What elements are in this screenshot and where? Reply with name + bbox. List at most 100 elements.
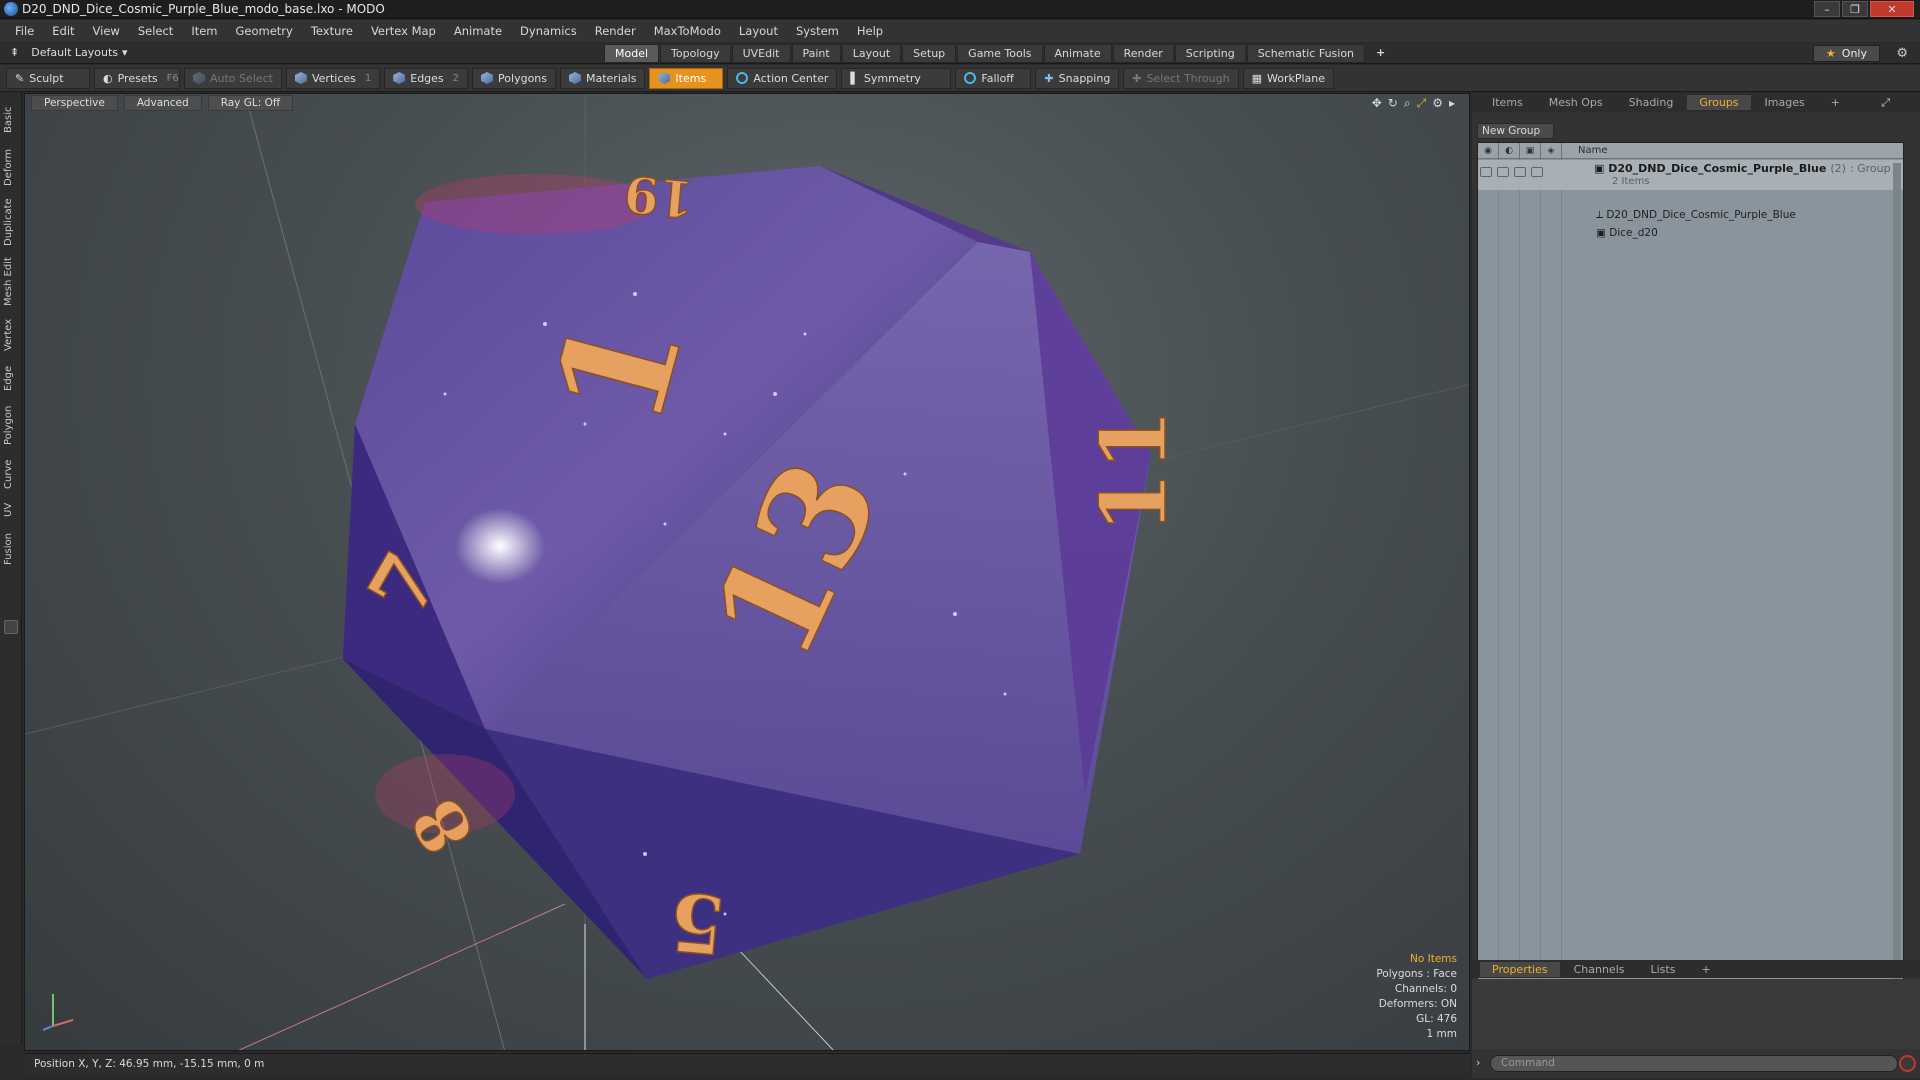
menu-dynamics[interactable]: Dynamics <box>511 24 586 38</box>
eye-icon[interactable] <box>1480 167 1492 177</box>
pan-icon[interactable]: ✥ <box>1372 96 1382 111</box>
tab-mesh-edit[interactable]: Mesh Edit <box>3 257 19 307</box>
menu-edit[interactable]: Edit <box>43 24 83 38</box>
close-button[interactable]: ✕ <box>1870 1 1914 17</box>
gear-icon[interactable]: ⚙ <box>1896 46 1908 61</box>
tab-groups[interactable]: Groups <box>1687 95 1751 110</box>
tab-lists[interactable]: Lists <box>1639 962 1688 977</box>
tab-items[interactable]: Items <box>1480 95 1535 110</box>
tab-polygon[interactable]: Polygon <box>3 403 19 447</box>
select-column-icon[interactable]: ◈ <box>1541 142 1562 159</box>
tab-uv[interactable]: UV <box>3 499 19 521</box>
tab-channels[interactable]: Channels <box>1562 962 1637 977</box>
menu-layout[interactable]: Layout <box>730 24 787 38</box>
3d-viewport[interactable]: 19 1 13 11 7 5 8 Perspective Advanced Ra… <box>24 93 1470 1051</box>
shading-dropdown[interactable]: Advanced <box>123 95 202 111</box>
tab-model[interactable]: Model <box>604 44 660 63</box>
tab-mesh-ops[interactable]: Mesh Ops <box>1537 95 1615 110</box>
menu-system[interactable]: System <box>787 24 848 38</box>
menu-vertex-map[interactable]: Vertex Map <box>362 24 445 38</box>
maximize-viewport-icon[interactable]: ⤢ <box>1417 96 1427 111</box>
expand-panel-icon[interactable]: ⤢ <box>1869 95 1902 111</box>
tab-deform[interactable]: Deform <box>3 147 19 187</box>
snapping-button[interactable]: ✚ Snapping <box>1035 67 1120 89</box>
select-through-button[interactable]: ✚ Select Through <box>1123 67 1239 89</box>
stat-scale: 1 mm <box>1426 1028 1457 1040</box>
list-item[interactable]: ⟂ D20_DND_Dice_Cosmic_Purple_Blue <box>1596 209 1796 222</box>
menu-item[interactable]: Item <box>182 24 226 38</box>
tab-vertex[interactable]: Vertex <box>3 317 19 353</box>
workplane-button[interactable]: ▦ WorkPlane <box>1242 67 1335 89</box>
tab-setup[interactable]: Setup <box>902 44 957 63</box>
layout-preset-label: Default Layouts <box>31 46 119 59</box>
specular-highlight <box>455 508 545 584</box>
tab-fusion[interactable]: Fusion <box>3 529 19 569</box>
items-button[interactable]: Items <box>649 67 724 89</box>
tab-render[interactable]: Render <box>1112 44 1174 63</box>
tab-shading[interactable]: Shading <box>1617 95 1686 110</box>
add-properties-tab-button[interactable]: + <box>1689 962 1722 977</box>
zoom-icon[interactable]: ⌕ <box>1404 96 1411 111</box>
tab-paint[interactable]: Paint <box>791 44 841 63</box>
sculpt-button[interactable]: ✎ Sculpt <box>6 67 90 89</box>
minimize-button[interactable]: – <box>1814 1 1840 17</box>
tab-game-tools[interactable]: Game Tools <box>957 44 1043 63</box>
menu-file[interactable]: File <box>6 24 43 38</box>
polygons-icon <box>481 72 494 84</box>
render-toggle-icon[interactable] <box>1497 167 1509 177</box>
add-tab-button[interactable]: + <box>1366 44 1395 63</box>
action-center-button[interactable]: Action Center <box>727 67 838 89</box>
polygons-button[interactable]: Polygons <box>472 67 556 89</box>
menu-render[interactable]: Render <box>586 24 645 38</box>
tab-properties[interactable]: Properties <box>1480 961 1560 977</box>
rotate-icon[interactable]: ↻ <box>1388 96 1398 111</box>
command-input[interactable]: Command <box>1490 1055 1898 1072</box>
vertices-button[interactable]: Vertices 1 <box>285 67 381 89</box>
tab-duplicate[interactable]: Duplicate <box>3 197 19 247</box>
scrollbar[interactable] <box>1893 163 1901 1033</box>
nebula-highlight <box>415 174 655 234</box>
viewport-menu-icon[interactable]: ▸ <box>1449 96 1455 111</box>
list-item[interactable]: ▣ Dice_d20 <box>1596 227 1658 239</box>
tab-topology[interactable]: Topology <box>660 44 731 63</box>
falloff-button[interactable]: Falloff <box>955 67 1032 89</box>
visibility-column-icon[interactable]: ◉ <box>1478 142 1499 159</box>
render-column-icon[interactable]: ◐ <box>1499 142 1520 159</box>
tab-images[interactable]: Images <box>1753 95 1817 110</box>
tab-layout[interactable]: Layout <box>841 44 902 63</box>
add-panel-tab-button[interactable]: + <box>1819 95 1852 110</box>
menu-texture[interactable]: Texture <box>302 24 362 38</box>
presets-button[interactable]: ◐ Presets F6 <box>94 67 180 89</box>
tab-schematic-fusion[interactable]: Schematic Fusion <box>1246 44 1366 63</box>
tab-animate[interactable]: Animate <box>1043 44 1112 63</box>
lock-toggle-icon[interactable] <box>1514 167 1526 177</box>
menu-view[interactable]: View <box>84 24 129 38</box>
tool-bar: ✎ Sculpt ◐ Presets F6 Auto Select Vertices 1… <box>0 65 1920 92</box>
lock-column-icon[interactable]: ▣ <box>1520 142 1541 159</box>
menu-select[interactable]: Select <box>129 24 182 38</box>
raygl-toggle[interactable]: Ray GL: Off <box>207 95 294 111</box>
tab-uvedit[interactable]: UVEdit <box>731 44 791 63</box>
only-toggle[interactable]: ★ Only <box>1812 45 1880 62</box>
panel-toggle-icon[interactable] <box>4 620 18 634</box>
auto-select-button[interactable]: Auto Select <box>184 67 282 89</box>
symmetry-button[interactable]: ▌ Symmetry <box>841 67 952 89</box>
tab-basic[interactable]: Basic <box>3 105 19 135</box>
menu-animate[interactable]: Animate <box>445 24 511 38</box>
materials-button[interactable]: Materials <box>560 67 646 89</box>
group-icon: ▣ <box>1594 162 1609 175</box>
new-group-button[interactable]: New Group <box>1477 123 1554 139</box>
layout-preset-dropdown[interactable]: ⇞ Default Layouts ▾ <box>10 46 128 59</box>
select-toggle-icon[interactable] <box>1531 167 1543 177</box>
command-stop-icon[interactable] <box>1899 1055 1916 1072</box>
viewport-settings-icon[interactable]: ⚙ <box>1432 96 1443 111</box>
tab-edge[interactable]: Edge <box>3 363 19 393</box>
menu-help[interactable]: Help <box>848 24 892 38</box>
edges-button[interactable]: Edges 2 <box>384 67 469 89</box>
tab-curve[interactable]: Curve <box>3 457 19 491</box>
view-mode-dropdown[interactable]: Perspective <box>31 95 118 111</box>
menu-geometry[interactable]: Geometry <box>227 24 302 38</box>
maximize-button[interactable]: ❐ <box>1842 1 1868 17</box>
tab-scripting[interactable]: Scripting <box>1174 44 1246 63</box>
menu-maxtomodo[interactable]: MaxToModo <box>645 24 730 38</box>
